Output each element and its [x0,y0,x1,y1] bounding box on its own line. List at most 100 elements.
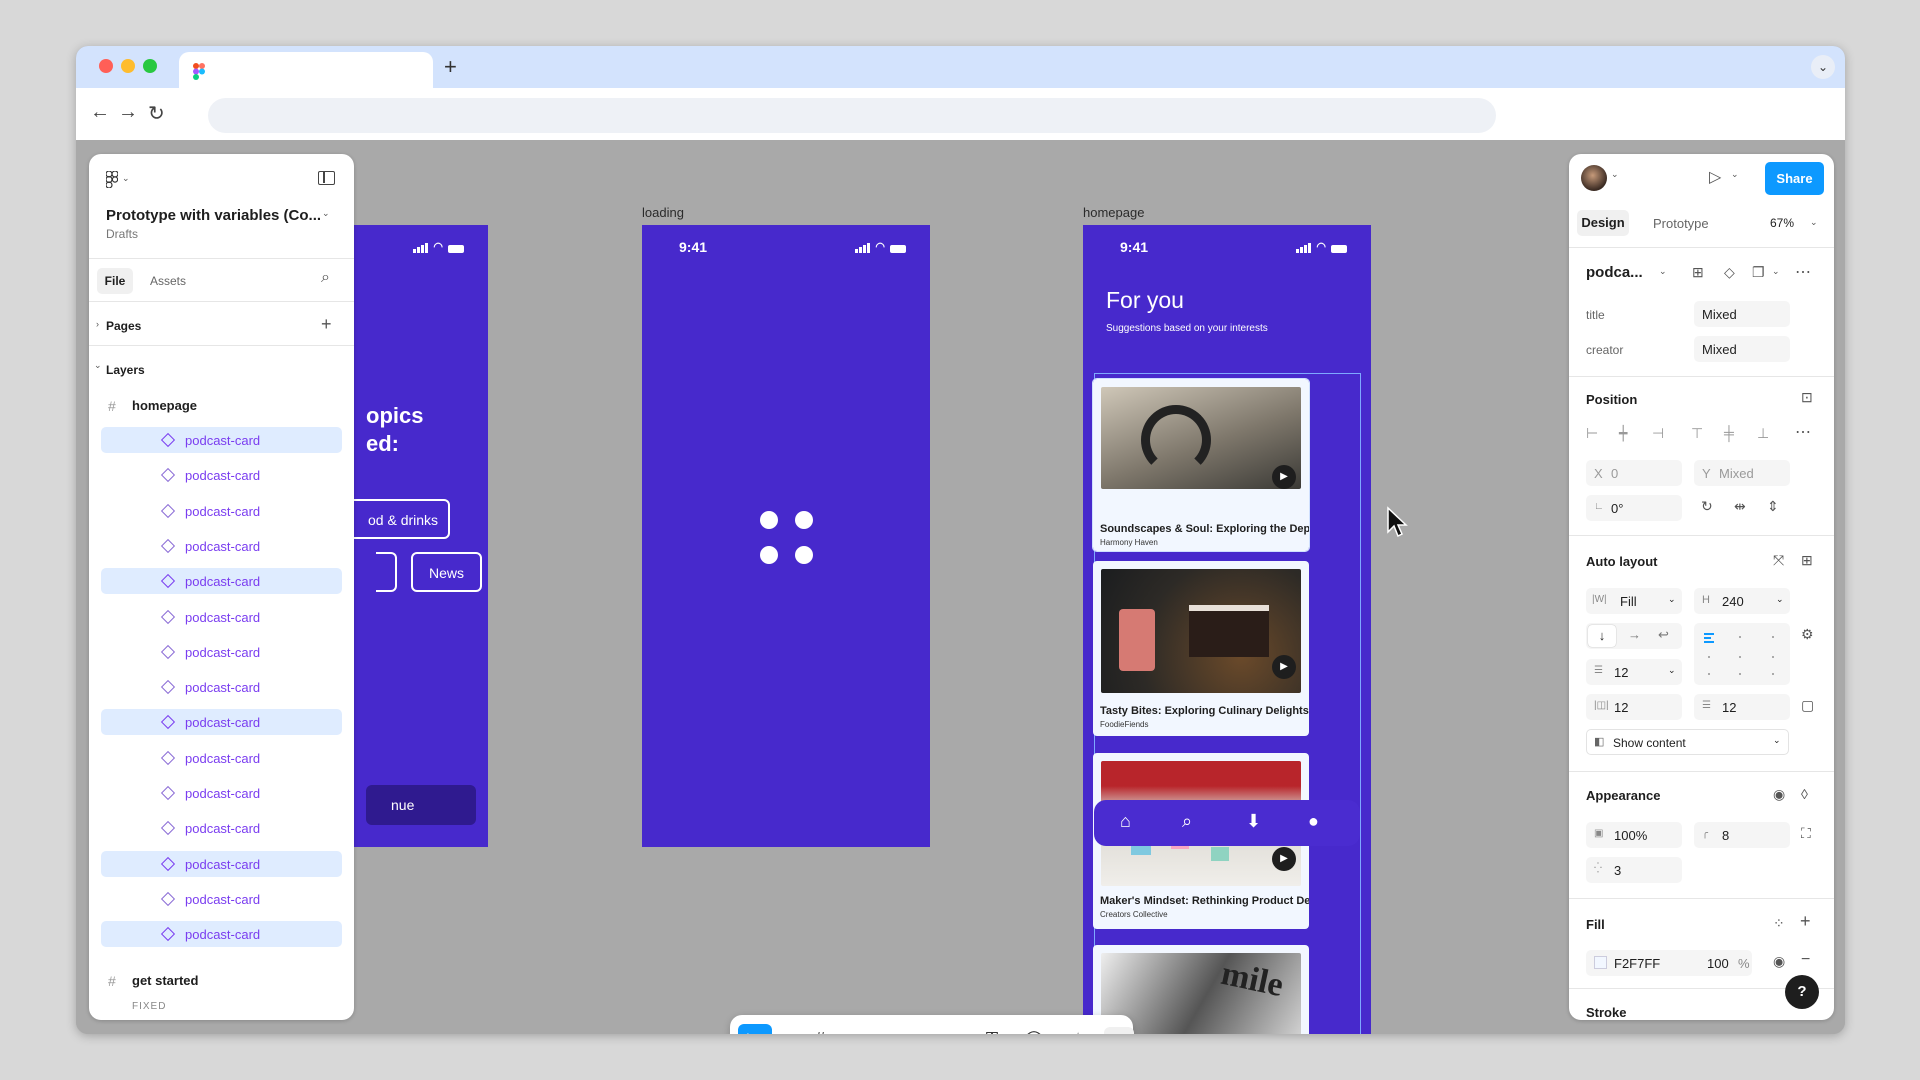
play-icon[interactable]: ▶ [1272,465,1296,489]
layer-item-podcast-card[interactable]: podcast-card [101,745,342,771]
layer-item-podcast-card[interactable]: podcast-card [101,886,342,912]
y-field[interactable]: Y Mixed [1694,460,1790,486]
fill-styles-icon[interactable]: ⁘ [1773,915,1785,932]
toggle-sidebar-icon[interactable] [318,171,335,185]
figma-canvas[interactable]: ◠ opics ed: od & drinks News nue loading… [76,140,1845,1034]
file-title-chevron-icon[interactable]: ⌄ [322,208,330,219]
gap-field[interactable]: ☰ 12 ⌄ [1586,659,1682,685]
share-button[interactable]: Share [1765,162,1824,195]
topic-chip-news[interactable]: News [411,552,482,592]
more-align-icon[interactable]: ⋯ [1795,422,1811,442]
layer-item-podcast-card[interactable]: podcast-card [101,709,342,736]
avatar[interactable] [1581,165,1607,191]
component-chevron-icon[interactable]: ⌄ [1659,266,1667,277]
profile-icon[interactable]: ● [1308,811,1319,832]
layer-item-podcast-card[interactable]: podcast-card [101,498,342,524]
close-window-button[interactable] [99,59,113,73]
add-page-icon[interactable]: + [321,314,332,335]
flip-vertical-icon[interactable]: ⇕ [1767,498,1779,515]
dev-mode-toggle[interactable]: </> [1104,1027,1134,1034]
frame-homepage[interactable]: 9:41 ◠ For you Suggestions based on your… [1083,225,1371,1034]
wrap-direction-icon[interactable]: ↩ [1658,627,1669,643]
present-chevron-icon[interactable]: ⌄ [1731,169,1739,180]
podcast-card[interactable]: ▶ Tasty Bites: Exploring Culinary Deligh… [1093,561,1309,736]
frame-loading[interactable]: 9:41 ◠ [642,225,930,847]
layer-item-podcast-card[interactable]: podcast-card [101,568,342,595]
play-icon[interactable]: ▶ [1272,847,1296,871]
back-button[interactable]: ← [90,101,110,124]
layer-item-podcast-card[interactable]: podcast-card [101,533,342,559]
corner-smoothing-field[interactable]: ⁛ 3 [1586,857,1682,883]
pages-section-label[interactable]: Pages [106,319,141,333]
tab-assets[interactable]: Assets [150,274,186,288]
individual-padding-icon[interactable]: ▢ [1801,697,1814,714]
pages-expand-icon[interactable]: › [96,319,99,329]
clip-content-select[interactable]: ◧ Show content ⌄ [1586,729,1789,755]
fill-row[interactable]: F2F7FF 100 % [1586,950,1752,976]
play-icon[interactable]: ▶ [1272,655,1296,679]
text-tool-icon[interactable]: T [978,1029,1006,1034]
layer-item-podcast-card[interactable]: podcast-card [101,639,342,665]
alignment-grid[interactable] [1694,623,1790,685]
move-tool-button[interactable] [738,1024,772,1034]
chevron-down-icon[interactable]: ⌄ [122,173,130,184]
frame-tool-chevron-icon[interactable]: ⌄ [830,1029,858,1034]
tab-file[interactable]: File [97,268,133,294]
flip-horizontal-icon[interactable]: ⇹ [1734,498,1746,515]
align-right-icon[interactable]: ⊣ [1652,425,1664,442]
search-icon[interactable]: ⌕ [321,269,330,287]
move-tool-chevron-icon[interactable]: ⌄ [772,1029,800,1034]
align-top-icon[interactable]: ⊤ [1691,425,1703,442]
blend-mode-icon[interactable]: ◊ [1801,786,1808,802]
x-field[interactable]: X 0 [1586,460,1682,486]
search-icon[interactable]: ⌕ [1182,811,1192,832]
align-left-icon[interactable]: ⊢ [1586,425,1598,442]
layer-item-podcast-card[interactable]: podcast-card [101,674,342,700]
prop-creator-value[interactable]: Mixed [1694,336,1790,362]
reload-button[interactable]: ↻ [148,101,165,126]
component-name[interactable]: podca... [1586,264,1643,281]
new-tab-button[interactable]: + [444,54,457,80]
home-icon[interactable]: ⌂ [1120,811,1131,832]
opacity-field[interactable]: ▣ 100% [1586,822,1682,848]
align-center-h-icon[interactable]: ┿ [1619,425,1627,442]
horizontal-direction-icon[interactable]: → [1628,627,1641,642]
layer-frame-get-started[interactable]: get started [132,973,198,988]
tab-design[interactable]: Design [1577,210,1629,236]
layer-item-podcast-card[interactable]: podcast-card [101,850,342,877]
rotation-field[interactable]: ∟ 0° [1586,495,1682,521]
continue-button[interactable]: nue [366,785,476,825]
help-button[interactable]: ? [1785,975,1819,1009]
avatar-chevron-icon[interactable]: ⌄ [1611,169,1619,180]
zoom-level[interactable]: 67% [1770,216,1794,230]
fill-visibility-icon[interactable]: ◉ [1773,953,1785,970]
topic-chip-partial[interactable] [376,552,397,592]
add-fill-icon[interactable]: + [1800,911,1811,932]
present-play-icon[interactable]: ▷ [1709,167,1721,187]
constraints-icon[interactable]: ⊡ [1801,389,1813,406]
layer-item-podcast-card[interactable]: podcast-card [101,604,342,630]
maximize-window-button[interactable] [143,59,157,73]
layer-item-podcast-card[interactable]: podcast-card [101,462,342,488]
topic-chip-food[interactable]: od & drinks [346,499,450,539]
layer-frame-homepage[interactable]: homepage [132,398,197,413]
rotate-icon[interactable]: ↻ [1701,498,1713,515]
browser-tab[interactable] [179,52,433,88]
file-title[interactable]: Prototype with variables (Co... [106,207,321,224]
more-options-icon[interactable]: ⋯ [1795,262,1811,282]
prop-title-value[interactable]: Mixed [1694,301,1790,327]
layer-item-podcast-card[interactable]: podcast-card [101,427,342,453]
layers-collapse-icon[interactable]: ⌄ [94,360,102,371]
zoom-chevron-icon[interactable]: ⌄ [1810,217,1818,228]
url-input[interactable] [208,98,1496,133]
layer-item-podcast-card[interactable]: podcast-card [101,921,342,948]
independent-corners-icon[interactable]: ⛶ [1801,825,1811,842]
comment-tool-icon[interactable]: ◯ [1020,1029,1048,1034]
align-center-v-icon[interactable]: ╪ [1724,425,1734,441]
shape-tool-chevron-icon[interactable]: ⌄ [888,1029,916,1034]
padding-horizontal-field[interactable]: |◫| 12 [1586,694,1682,720]
remove-fill-icon[interactable]: − [1801,951,1810,969]
layer-item-podcast-card[interactable]: podcast-card [101,780,342,806]
actions-ai-icon[interactable]: ✦ [1064,1029,1092,1034]
corner-radius-field[interactable]: ╭ 8 [1694,822,1790,848]
